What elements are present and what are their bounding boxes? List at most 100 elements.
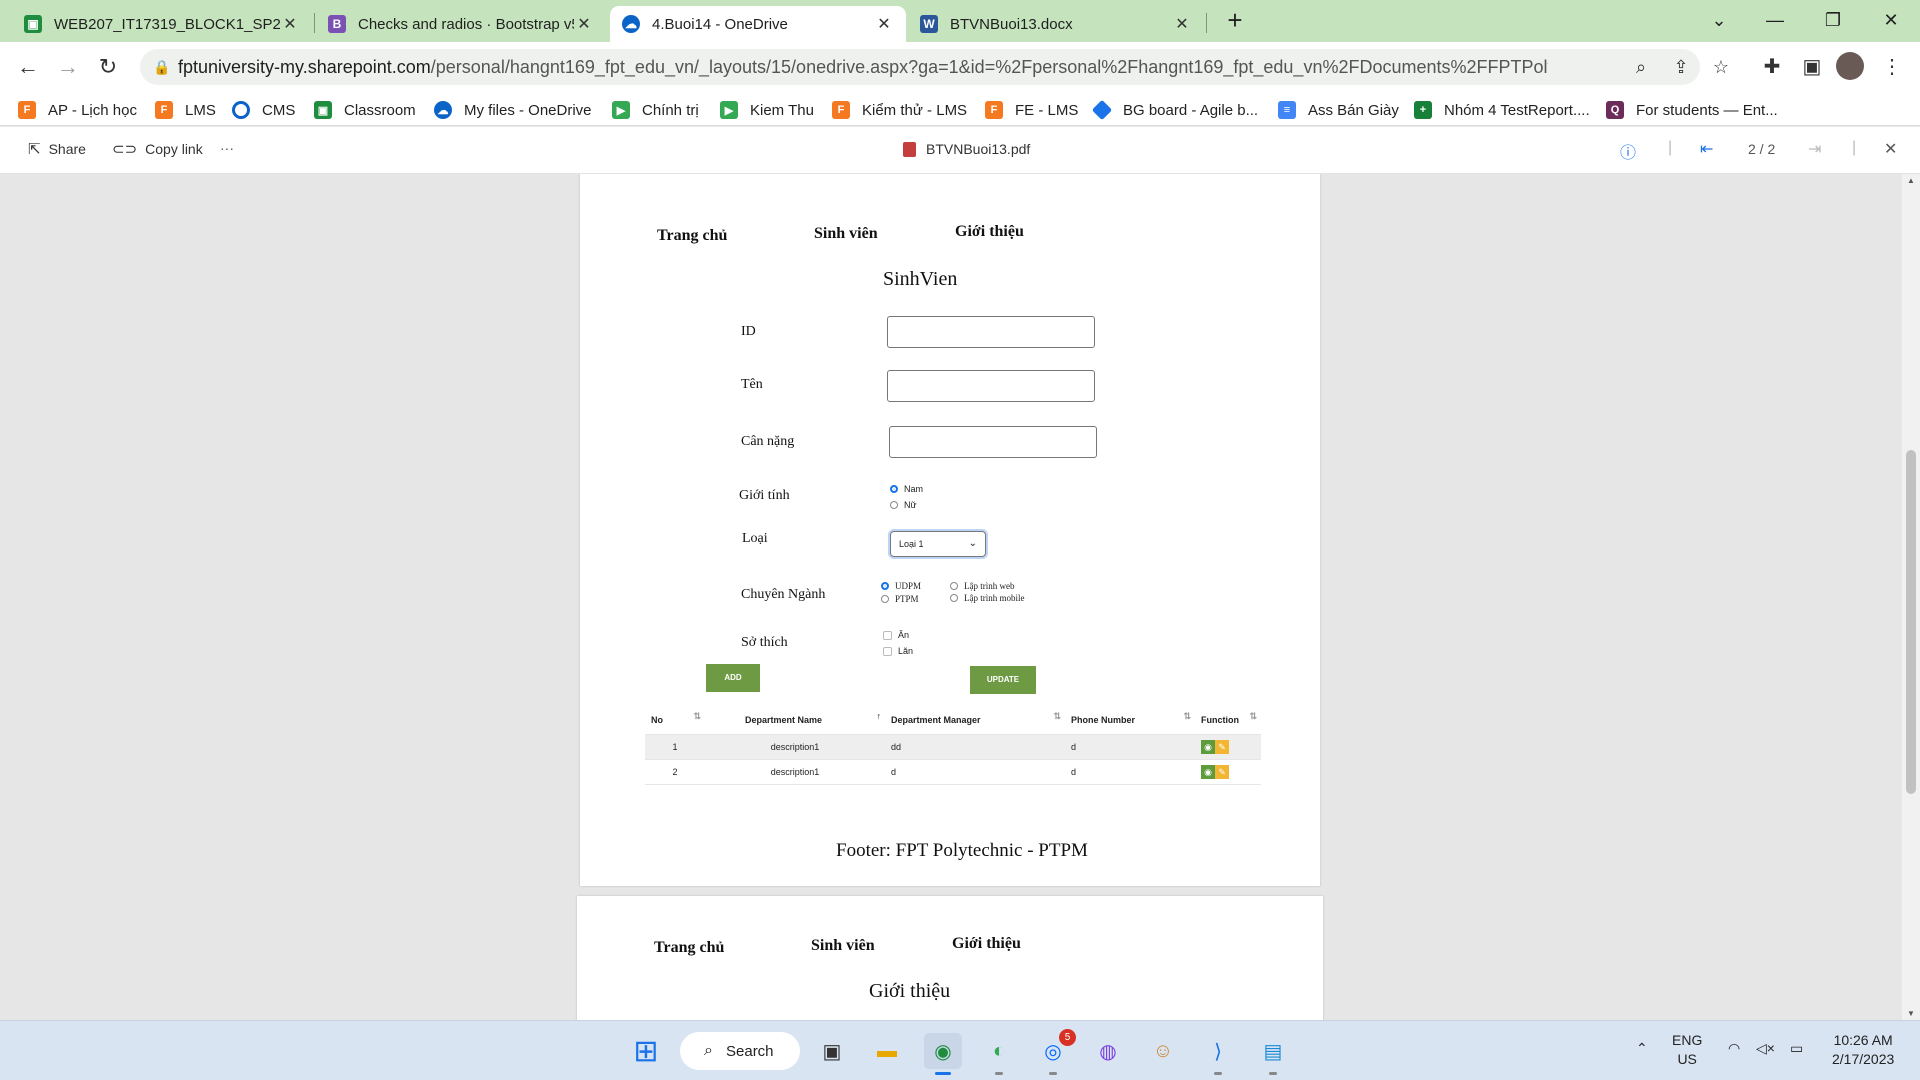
loai-select: Loại 1 ⌄ <box>890 531 986 557</box>
radio-lap-trinh-web: Lập trình web <box>950 581 1014 591</box>
file-explorer-icon[interactable]: ▬ <box>868 1033 906 1069</box>
reload-icon[interactable]: ↻ <box>92 51 124 83</box>
google-classroom-icon: ▣ <box>314 101 332 119</box>
show-hidden-icons-chevron-icon[interactable]: ⌃ <box>1636 1039 1648 1058</box>
close-tab-icon[interactable]: ✕ <box>280 14 300 34</box>
last-page-icon[interactable]: ⇥ <box>1808 139 1821 159</box>
radio-icon <box>881 595 889 603</box>
vertical-scrollbar[interactable]: ▲ ▼ <box>1902 174 1920 1020</box>
bookmark-cms[interactable]: CMS <box>232 99 295 121</box>
nav-trang-chu: Trang chủ <box>657 227 728 244</box>
bookmark-ap-lich-hoc[interactable]: F AP - Lịch học <box>18 99 137 121</box>
zalo-icon[interactable]: ◎ 5 <box>1034 1029 1076 1075</box>
tab-search-chevron-icon[interactable]: ⌄ <box>1696 4 1742 36</box>
bookmark-fe-lms[interactable]: F FE - LMS <box>985 99 1078 121</box>
checkbox-icon <box>883 630 892 640</box>
bookmark-for-students[interactable]: Q For students — Ent... <box>1606 99 1778 121</box>
bookmark-nhom-4-testreport[interactable]: + Nhóm 4 TestReport.... <box>1414 99 1590 121</box>
speaker-muted-icon[interactable]: ◁× <box>1756 1039 1775 1058</box>
chrome-icon[interactable]: ◉ <box>924 1033 962 1075</box>
label-id: ID <box>741 324 756 339</box>
checkbox-an: Ăn <box>883 630 909 640</box>
task-view-icon[interactable]: ▣ <box>813 1033 851 1069</box>
label-gioi-tinh: Giới tính <box>739 488 790 503</box>
id-field <box>887 316 1095 348</box>
bookmark-classroom[interactable]: ▣ Classroom <box>314 99 416 121</box>
close-tab-icon[interactable]: ✕ <box>874 14 894 34</box>
close-window-button[interactable]: ✕ <box>1868 4 1914 36</box>
bookmark-my-files-onedrive[interactable]: ☁ My files - OneDrive <box>434 99 592 121</box>
bookmark-chinh-tri[interactable]: ▶ Chính trị <box>612 99 699 121</box>
notepad-icon[interactable]: ▤ <box>1254 1033 1292 1075</box>
sort-icon: ⇅ <box>1053 711 1061 721</box>
tab-separator <box>1206 13 1207 33</box>
bookmark-lms[interactable]: F LMS <box>155 99 216 121</box>
more-menu-icon[interactable]: ⋮ <box>1876 51 1908 83</box>
clock[interactable]: 10:26 AM 2/17/2023 <box>1832 1031 1894 1069</box>
game-app-icon[interactable]: ☺ <box>1144 1033 1182 1069</box>
sort-icon: ⇅ <box>1249 711 1257 721</box>
google-docs-icon: ≡ <box>1278 101 1296 119</box>
pdf-page-1: Trang chủ Sinh viên Giới thiệu SinhVien … <box>580 174 1320 886</box>
col-department-manager: Department Manager ⇅ <box>885 706 1065 735</box>
bookmark-bg-board[interactable]: BG board - Agile b... <box>1091 99 1258 121</box>
can-nang-field <box>889 426 1097 458</box>
profile-avatar[interactable] <box>1836 52 1864 80</box>
bookmark-kiem-thu-lms[interactable]: F Kiểm thử - LMS <box>832 99 967 121</box>
wifi-icon[interactable]: ◠ <box>1728 1039 1740 1058</box>
tab-word-doc[interactable]: W BTVNBuoi13.docx ✕ <box>908 6 1204 42</box>
col-department-name: Department Name ↑ <box>705 706 885 735</box>
fpt-icon: F <box>18 101 36 119</box>
first-page-icon[interactable]: ⇤ <box>1700 139 1713 159</box>
scroll-down-arrow-icon[interactable]: ▼ <box>1906 1009 1916 1018</box>
tab-web207[interactable]: ▣ WEB207_IT17319_BLOCK1_SP23 ✕ <box>12 6 312 42</box>
tab-onedrive[interactable]: ☁ 4.Buoi14 - OneDrive ✕ <box>610 6 906 42</box>
chevron-down-icon: ⌄ <box>968 538 977 549</box>
language-indicator[interactable]: ENG US <box>1672 1031 1702 1069</box>
battery-icon[interactable]: ▭ <box>1790 1039 1803 1058</box>
lock-icon[interactable]: 🔒 <box>152 57 172 77</box>
sort-up-icon: ↑ <box>876 711 882 721</box>
zoom-icon[interactable]: ⌕ <box>1628 54 1654 80</box>
more-options-button[interactable]: ··· <box>220 140 234 156</box>
link-icon: ⊂⊃ <box>112 141 138 158</box>
bookmark-kiem-thu[interactable]: ▶ Kiem Thu <box>720 99 814 121</box>
pdf-viewer[interactable]: Trang chủ Sinh viên Giới thiệu SinhVien … <box>0 174 1920 1020</box>
restore-button[interactable]: ❐ <box>1810 4 1856 36</box>
for-students-icon: Q <box>1606 101 1624 119</box>
scrollbar-thumb[interactable] <box>1906 450 1916 794</box>
vscode-icon[interactable]: ⟩ <box>1199 1033 1237 1075</box>
close-tab-icon[interactable]: ✕ <box>574 14 594 34</box>
google-sheets-icon: + <box>1414 101 1432 119</box>
radio-udpm: UDPM <box>881 581 921 591</box>
forward-arrow-icon[interactable]: → <box>52 51 84 83</box>
back-arrow-icon[interactable]: ← <box>12 51 44 83</box>
messenger-icon[interactable]: ◍ <box>1089 1033 1127 1069</box>
bookmark-ass-ban-giay[interactable]: ≡ Ass Bán Giày <box>1278 99 1399 121</box>
info-icon[interactable]: ⓘ <box>1620 139 1636 163</box>
close-viewer-icon[interactable]: ✕ <box>1884 139 1897 159</box>
extensions-puzzle-icon[interactable]: ✚ <box>1756 51 1788 83</box>
address-bar[interactable]: 🔒 fptuniversity-my.sharepoint.com/person… <box>140 49 1729 85</box>
new-tab-button[interactable]: + <box>1220 6 1250 36</box>
taskbar-search[interactable]: ⌕ Search <box>680 1032 800 1070</box>
green-app-icon[interactable]: ◐ <box>980 1033 1018 1075</box>
bookmark-star-icon[interactable]: ☆ <box>1708 54 1734 80</box>
bookmarks-bar: F AP - Lịch học F LMS CMS ▣ Classroom ☁ My f… <box>0 92 1920 126</box>
side-panel-icon[interactable]: ▣ <box>1796 51 1828 83</box>
browser-toolbar: ← → ↻ 🔒 fptuniversity-my.sharepoint.com/… <box>0 42 1920 92</box>
share-button[interactable]: ⇱ Share <box>28 140 86 158</box>
scroll-up-arrow-icon[interactable]: ▲ <box>1906 176 1916 185</box>
nav-gioi-thieu: Giới thiệu <box>952 935 1021 952</box>
share-icon[interactable]: ⇪ <box>1668 54 1694 80</box>
windows-start-icon[interactable]: ⊞ <box>627 1033 665 1069</box>
sort-icon: ⇅ <box>1183 711 1191 721</box>
url-text[interactable]: fptuniversity-my.sharepoint.com/personal… <box>178 57 1548 78</box>
close-tab-icon[interactable]: ✕ <box>1172 14 1192 34</box>
google-classroom-icon: ▣ <box>24 15 42 33</box>
label-ten: Tên <box>741 377 763 392</box>
copy-link-button[interactable]: ⊂⊃ Copy link <box>112 140 203 158</box>
tab-bootstrap[interactable]: B Checks and radios · Bootstrap v5. ✕ <box>316 6 606 42</box>
onedrive-viewer-header: ⇱ Share ⊂⊃ Copy link ··· BTVNBuoi13.pdf ⓘ … <box>0 127 1920 174</box>
minimize-button[interactable]: — <box>1752 4 1798 36</box>
